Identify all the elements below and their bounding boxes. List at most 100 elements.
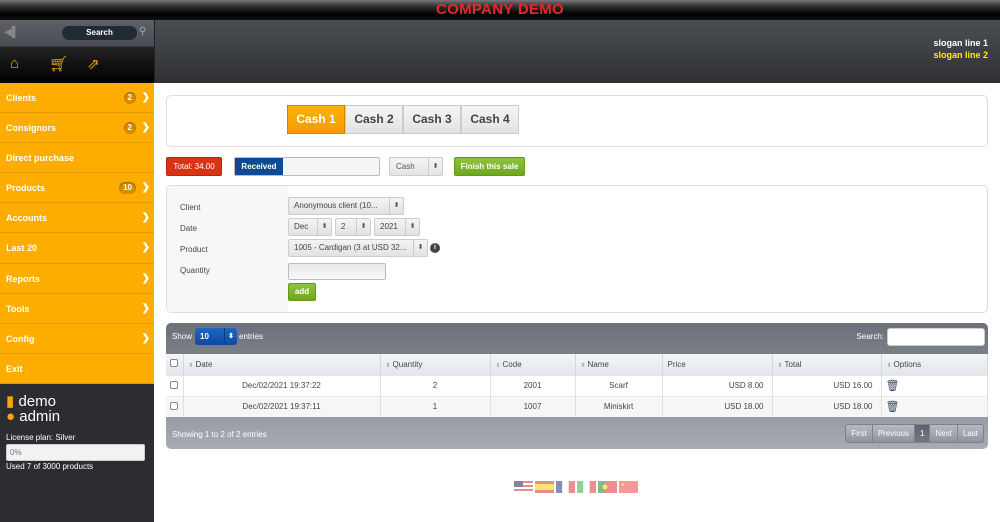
main-content: Cash 1 Cash 2 Cash 3 Cash 4 Total: 34.00… — [155, 83, 1000, 522]
sidebar-item-label: Clients — [6, 93, 37, 103]
chevron-down-icon: ❯ — [141, 332, 150, 344]
france-flag-icon[interactable] — [556, 481, 575, 493]
search-icon[interactable]: ⚲ — [139, 26, 146, 37]
date-year-select[interactable]: 2021 ⬍ — [374, 218, 420, 236]
cell-total: USD 18.00 — [772, 395, 882, 417]
usage-progress-bar: 0% — [6, 443, 145, 461]
user-panel: ▮ demo ● admin License plan: Silver 0% U… — [0, 384, 154, 471]
entries-length-select[interactable]: 10 ⬍ — [195, 328, 237, 345]
sidebar-toolbar: ◀▌ Search ⚲ — [0, 20, 154, 47]
count-badge: 10 — [119, 182, 136, 195]
page-1-button[interactable]: 1 — [914, 425, 931, 442]
cell-code: 1007 — [490, 395, 576, 417]
table-info: Showing 1 to 2 of 2 entries — [172, 430, 267, 439]
sidebar-shortcuts: ⌂ 🛒︎ ⇗ — [0, 47, 154, 83]
column-total[interactable]: ⬍ Total — [772, 354, 882, 375]
slogan-line-2: slogan line 2 — [933, 50, 988, 60]
trash-icon[interactable]: 🗑︎ — [882, 380, 900, 392]
year-value: 2021 — [380, 222, 398, 231]
sales-table-panel: Show 10 ⬍ entries Search: ⬍ Date ⬍ Quantity… — [166, 323, 988, 449]
share-icon[interactable]: ⇗ — [87, 55, 100, 73]
tab-cash-4[interactable]: Cash 4 — [461, 105, 519, 134]
collapse-sidebar-icon[interactable]: ◀▌ — [4, 27, 19, 38]
product-select[interactable]: 1005 - Cardigan (3 at USD 32... ⬍ — [288, 239, 428, 257]
trash-icon[interactable]: 🗑︎ — [882, 401, 900, 413]
sidebar-item-clients[interactable]: Clients 2 ❯ — [0, 83, 154, 114]
cart-icon[interactable]: 🛒︎ — [49, 55, 68, 73]
date-month-select[interactable]: Dec ⬍ — [288, 218, 332, 236]
quantity-input[interactable] — [288, 263, 386, 280]
sidebar-item-last-20[interactable]: Last 20 ❯ — [0, 233, 154, 264]
select-arrows-icon: ⬍ — [413, 240, 427, 256]
tab-cash-2[interactable]: Cash 2 — [345, 105, 403, 134]
sidebar-item-label: Reports — [6, 273, 41, 284]
username: admin — [19, 407, 61, 425]
date-label: Date — [180, 224, 197, 233]
sale-actions: Total: 34.00 Received Cash ⬍ Finish this … — [166, 157, 766, 176]
cell-quantity: 1 — [380, 395, 491, 417]
select-arrows-icon: ⬍ — [317, 219, 331, 235]
page-first-button[interactable]: First — [846, 425, 873, 442]
finish-sale-button[interactable]: Finish this sale — [454, 157, 525, 176]
table-search-input[interactable] — [887, 328, 985, 346]
home-icon[interactable]: ⌂ — [10, 55, 19, 72]
add-button[interactable]: add — [288, 283, 316, 301]
cell-price: USD 8.00 — [662, 374, 773, 396]
column-name[interactable]: ⬍ Name — [575, 354, 663, 375]
page-last-button[interactable]: Last — [957, 425, 983, 442]
payment-method-select[interactable]: Cash ⬍ — [389, 157, 443, 176]
date-day-select[interactable]: 2 ⬍ — [335, 218, 371, 236]
page-previous-button[interactable]: Previous — [872, 425, 915, 442]
sidebar-item-reports[interactable]: Reports ❯ — [0, 264, 154, 294]
tab-cash-1[interactable]: Cash 1 — [287, 105, 345, 134]
select-all-checkbox[interactable] — [166, 354, 184, 375]
user-icon: ● — [6, 407, 16, 425]
usage-text: Used 7 of 3000 products — [6, 461, 94, 471]
italy-flag-icon[interactable] — [577, 481, 596, 493]
spain-flag-icon[interactable] — [535, 481, 554, 493]
page-next-button[interactable]: Next — [930, 425, 958, 442]
select-arrows-icon: ⬍ — [356, 219, 370, 235]
row-checkbox[interactable] — [166, 395, 184, 417]
info-icon[interactable]: i — [430, 243, 440, 253]
column-label: Date — [195, 359, 213, 369]
sidebar-item-products[interactable]: Products 10 ❯ — [0, 173, 154, 204]
sidebar-item-config[interactable]: Config ❯ — [0, 324, 154, 354]
chevron-down-icon: ❯ — [141, 242, 150, 254]
count-badge: 2 — [123, 122, 136, 135]
header: slogan line 1 slogan line 2 — [154, 20, 1000, 83]
sidebar-item-direct-purchase[interactable]: Direct purchase — [0, 143, 154, 174]
sidebar-item-exit[interactable]: Exit — [0, 354, 154, 384]
column-code[interactable]: ⬍ Code — [490, 354, 576, 375]
search-input[interactable]: Search — [62, 26, 137, 40]
select-arrows-icon: ⬍ — [224, 328, 237, 345]
column-date[interactable]: ⬍ Date — [183, 354, 381, 375]
sidebar-item-tools[interactable]: Tools ❯ — [0, 294, 154, 324]
sidebar-item-label: Direct purchase — [6, 153, 75, 164]
chevron-down-icon: ❯ — [141, 212, 150, 224]
column-price: Price — [662, 354, 773, 375]
pagination: First Previous 1 Next Last — [845, 424, 984, 443]
column-label: Name — [587, 359, 609, 369]
portugal-flag-icon[interactable] — [598, 481, 617, 493]
sidebar-item-label: Accounts — [6, 213, 48, 224]
cell-date: Dec/02/2021 19:37:22 — [183, 374, 381, 396]
column-label: Options — [893, 359, 922, 369]
slogan-line-1: slogan line 1 — [933, 38, 988, 48]
column-label: Quantity — [392, 359, 423, 369]
client-select[interactable]: Anonymous client (10... ⬍ — [288, 197, 404, 215]
day-value: 2 — [341, 222, 346, 231]
column-options[interactable]: ⬍ Options — [881, 354, 988, 375]
tab-cash-3[interactable]: Cash 3 — [403, 105, 461, 134]
us-flag-icon[interactable] — [514, 481, 533, 493]
column-quantity[interactable]: ⬍ Quantity — [380, 354, 491, 375]
sidebar-item-accounts[interactable]: Accounts ❯ — [0, 203, 154, 234]
row-checkbox[interactable] — [166, 374, 184, 396]
received-input[interactable]: Received — [234, 157, 380, 176]
cell-name: Scarf — [575, 374, 663, 396]
sidebar-item-consignors[interactable]: Consignors 2 ❯ — [0, 113, 154, 144]
select-arrows-icon: ⬍ — [405, 219, 419, 235]
china-flag-icon[interactable] — [619, 481, 638, 493]
payment-method-value: Cash — [396, 162, 415, 171]
add-item-form: Client Date Product Quantity Anonymous c… — [166, 185, 988, 313]
